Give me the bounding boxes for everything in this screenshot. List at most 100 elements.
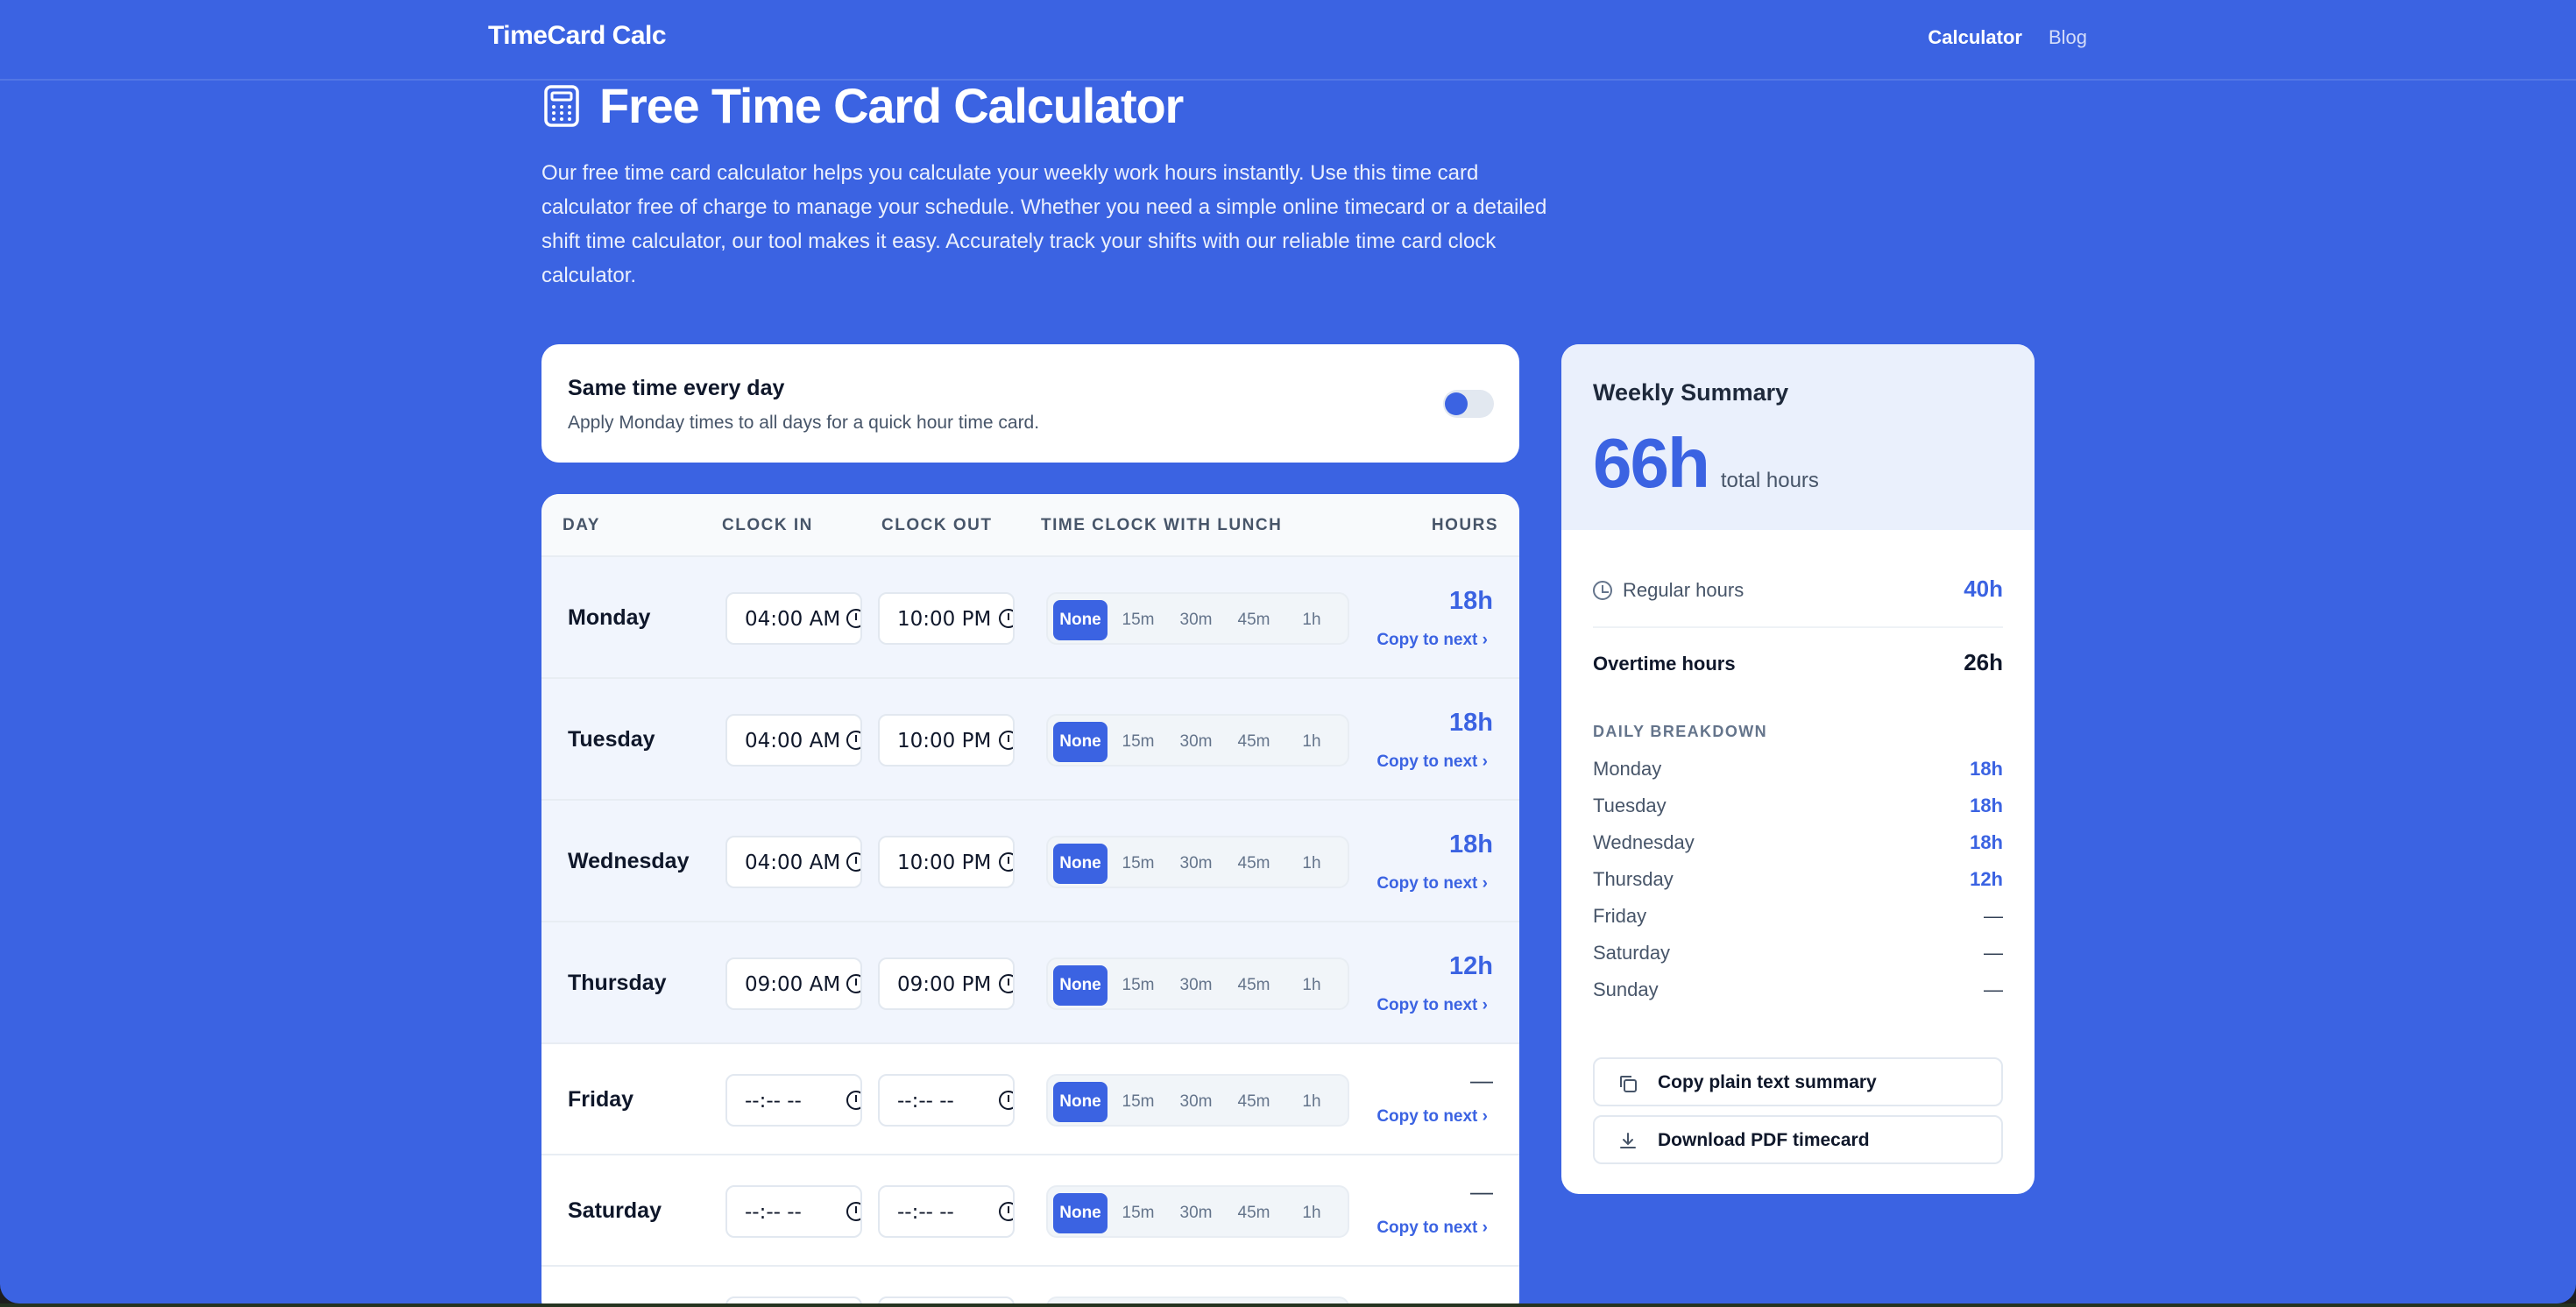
- lunch-option-none[interactable]: None: [1053, 1193, 1108, 1233]
- nav-blog[interactable]: Blog: [2049, 26, 2087, 49]
- lunch-option-30m[interactable]: 30m: [1169, 844, 1223, 884]
- breakdown-value: 12h: [1970, 868, 2003, 890]
- lunch-option-30m[interactable]: 30m: [1169, 1193, 1223, 1233]
- overtime-hours-row: Overtime hours 26h: [1593, 628, 2003, 702]
- clock-out-value: 09:00 PM: [897, 973, 992, 996]
- clock-out-input[interactable]: [878, 1296, 1015, 1303]
- copy-to-next-link[interactable]: Copy to next ›: [1376, 874, 1488, 894]
- clock-out-value: 10:00 PM: [897, 851, 992, 874]
- clock-icon[interactable]: [846, 1202, 860, 1221]
- breakdown-row: Thursday 12h: [1593, 868, 2003, 891]
- lunch-option-30m[interactable]: 30m: [1169, 965, 1223, 1006]
- clock-icon[interactable]: [999, 852, 1013, 872]
- overtime-hours-label: Overtime hours: [1593, 653, 1736, 675]
- lunch-option-1h[interactable]: 1h: [1284, 1193, 1339, 1233]
- lunch-option-none[interactable]: None: [1053, 844, 1108, 884]
- lunch-option-1h[interactable]: 1h: [1284, 844, 1339, 884]
- clock-icon[interactable]: [846, 731, 860, 750]
- row-hours: 18h: [1449, 587, 1493, 615]
- nav-calculator[interactable]: Calculator: [1928, 26, 2022, 49]
- lunch-option-15m[interactable]: 15m: [1111, 1193, 1165, 1233]
- breakdown-day: Saturday: [1593, 942, 1671, 964]
- breakdown-value: —: [1984, 942, 2003, 964]
- clock-out-input[interactable]: 10:00 PM: [878, 836, 1015, 888]
- copy-to-next-link[interactable]: Copy to next ›: [1376, 752, 1488, 772]
- clock-in-input[interactable]: 09:00 AM: [725, 957, 862, 1010]
- lunch-option-45m[interactable]: 45m: [1227, 1193, 1281, 1233]
- lunch-option-1h[interactable]: 1h: [1284, 965, 1339, 1006]
- row-day: Thursday: [568, 971, 667, 995]
- lunch-option-none[interactable]: None: [1053, 600, 1108, 640]
- clock-out-value: --:-- --: [897, 1201, 954, 1224]
- clock-out-input[interactable]: 10:00 PM: [878, 592, 1015, 645]
- page-description: Our free time card calculator helps you …: [541, 161, 1547, 287]
- table-header: DAY CLOCK IN CLOCK OUT TIME CLOCK WITH L…: [541, 494, 1519, 557]
- clock-out-input[interactable]: --:-- --: [878, 1185, 1015, 1238]
- clock-icon[interactable]: [999, 1091, 1013, 1110]
- copy-summary-button[interactable]: Copy plain text summary: [1593, 1057, 2003, 1106]
- clock-icon[interactable]: [999, 731, 1013, 750]
- clock-in-input[interactable]: [725, 1296, 862, 1303]
- clock-icon[interactable]: [846, 1091, 860, 1110]
- lunch-option-45m[interactable]: 45m: [1227, 722, 1281, 762]
- copy-to-next-link[interactable]: Copy to next ›: [1376, 996, 1488, 1015]
- copy-to-next-link[interactable]: Copy to next ›: [1376, 631, 1488, 650]
- page-title: Free Time Card Calculator: [599, 78, 1184, 133]
- lunch-option-45m[interactable]: 45m: [1227, 844, 1281, 884]
- lunch-option-45m[interactable]: 45m: [1227, 965, 1281, 1006]
- lunch-option-1h[interactable]: 1h: [1284, 1082, 1339, 1122]
- clock-icon[interactable]: [846, 852, 860, 872]
- lunch-selector: None 15m 30m 45m 1h: [1046, 1185, 1349, 1238]
- summary-title: Weekly Summary: [1593, 379, 1789, 406]
- main-nav: Calculator Blog: [1928, 26, 2087, 49]
- clock-in-input[interactable]: 04:00 AM: [725, 836, 862, 888]
- lunch-option-15m[interactable]: 15m: [1111, 1082, 1165, 1122]
- toggle-knob: [1445, 392, 1468, 415]
- clock-in-input[interactable]: --:-- --: [725, 1185, 862, 1238]
- lunch-option-none[interactable]: None: [1053, 1082, 1108, 1122]
- lunch-option-none[interactable]: None: [1053, 965, 1108, 1006]
- lunch-option-45m[interactable]: 45m: [1227, 600, 1281, 640]
- clock-icon[interactable]: [999, 974, 1013, 993]
- lunch-selector: None 15m 30m 45m 1h: [1046, 714, 1349, 767]
- timecard-table: DAY CLOCK IN CLOCK OUT TIME CLOCK WITH L…: [541, 494, 1519, 1303]
- copy-icon: [1620, 1076, 1637, 1092]
- breakdown-day: Sunday: [1593, 978, 1659, 1000]
- brand-logo[interactable]: TimeCard Calc: [488, 21, 667, 51]
- breakdown-day: Monday: [1593, 758, 1662, 780]
- lunch-option-30m[interactable]: 30m: [1169, 722, 1223, 762]
- clock-icon[interactable]: [999, 1202, 1013, 1221]
- row-hours: 18h: [1449, 830, 1493, 858]
- clock-icon[interactable]: [846, 974, 860, 993]
- summary-header: Weekly Summary 66h total hours: [1561, 344, 2035, 530]
- lunch-option-30m[interactable]: 30m: [1169, 600, 1223, 640]
- clock-icon[interactable]: [846, 609, 860, 628]
- clock-out-input[interactable]: --:-- --: [878, 1074, 1015, 1127]
- lunch-option-45m[interactable]: 45m: [1227, 1082, 1281, 1122]
- clock-out-value: 10:00 PM: [897, 730, 992, 752]
- same-time-toggle[interactable]: [1443, 390, 1494, 418]
- copy-to-next-link[interactable]: Copy to next ›: [1376, 1107, 1488, 1127]
- clock-in-input[interactable]: 04:00 AM: [725, 592, 862, 645]
- clock-icon[interactable]: [999, 609, 1013, 628]
- lunch-option-1h[interactable]: 1h: [1284, 722, 1339, 762]
- daily-breakdown-title: DAILY BREAKDOWN: [1593, 723, 1768, 740]
- lunch-option-1h[interactable]: 1h: [1284, 600, 1339, 640]
- lunch-option-none[interactable]: None: [1053, 722, 1108, 762]
- clock-in-input[interactable]: 04:00 AM: [725, 714, 862, 767]
- row-day: Wednesday: [568, 849, 690, 873]
- desktop-background: [0, 1303, 2576, 1307]
- lunch-option-15m[interactable]: 15m: [1111, 965, 1165, 1006]
- clock-out-input[interactable]: 09:00 PM: [878, 957, 1015, 1010]
- clock-out-input[interactable]: 10:00 PM: [878, 714, 1015, 767]
- clock-in-input[interactable]: --:-- --: [725, 1074, 862, 1127]
- download-pdf-button[interactable]: Download PDF timecard: [1593, 1115, 2003, 1164]
- clock-out-value: --:-- --: [897, 1090, 954, 1113]
- row-day: Friday: [568, 1087, 634, 1112]
- lunch-option-30m[interactable]: 30m: [1169, 1082, 1223, 1122]
- row-hours: —: [1470, 1178, 1493, 1205]
- copy-to-next-link[interactable]: Copy to next ›: [1376, 1219, 1488, 1238]
- lunch-option-15m[interactable]: 15m: [1111, 844, 1165, 884]
- lunch-option-15m[interactable]: 15m: [1111, 600, 1165, 640]
- lunch-option-15m[interactable]: 15m: [1111, 722, 1165, 762]
